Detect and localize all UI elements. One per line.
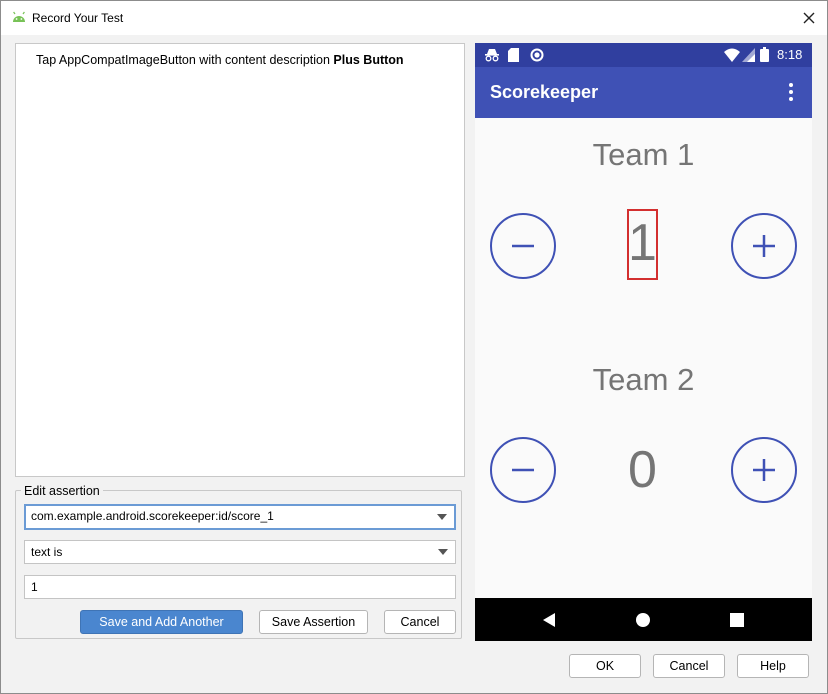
sd-card-icon <box>508 48 519 62</box>
team-1-label: Team 1 <box>592 137 695 172</box>
cancel-assertion-button[interactable]: Cancel <box>384 610 456 634</box>
step-target: Plus Button <box>333 53 404 67</box>
title-bar: Record Your Test <box>1 1 827 35</box>
navigation-bar <box>475 598 812 641</box>
app-bar: Scorekeeper <box>475 67 812 118</box>
incognito-icon <box>485 49 499 62</box>
chevron-down-icon <box>437 514 447 520</box>
status-bar: 8:18 <box>475 43 812 67</box>
selected-element-highlight <box>627 209 658 280</box>
status-time: 8:18 <box>777 47 803 62</box>
app-title: Scorekeeper <box>490 82 599 102</box>
condition-value: text is <box>31 545 63 559</box>
save-and-add-another-button[interactable]: Save and Add Another <box>80 610 243 634</box>
expected-value-input[interactable]: 1 <box>24 575 456 599</box>
close-button[interactable] <box>795 5 823 31</box>
recents-icon[interactable] <box>730 613 744 627</box>
team-2-score: 0 <box>628 441 657 499</box>
device-screen[interactable]: 8:18 Scorekeeper Team 1 1 Team 2 0 <box>475 43 812 641</box>
android-icon <box>13 11 25 22</box>
element-id-value: com.example.android.scorekeeper:id/score… <box>31 509 274 523</box>
team-2-label: Team 2 <box>592 362 695 397</box>
cancel-button[interactable]: Cancel <box>653 654 725 678</box>
battery-icon <box>760 47 769 62</box>
plus-icon <box>753 235 775 257</box>
sync-icon <box>530 48 544 62</box>
team-1-plus-button[interactable] <box>731 213 797 279</box>
step-item[interactable]: Tap AppCompatImageButton with content de… <box>36 53 404 67</box>
ok-button[interactable]: OK <box>569 654 641 678</box>
help-button[interactable]: Help <box>737 654 809 678</box>
minus-icon <box>512 468 534 472</box>
minus-icon <box>512 244 534 248</box>
back-icon[interactable] <box>542 612 556 628</box>
team-2-minus-button[interactable] <box>490 437 556 503</box>
step-text: Tap AppCompatImageButton with content de… <box>36 53 330 67</box>
recorded-steps-list: Tap AppCompatImageButton with content de… <box>15 43 465 477</box>
save-assertion-button[interactable]: Save Assertion <box>259 610 368 634</box>
close-icon <box>803 12 815 24</box>
wifi-icon <box>724 48 740 62</box>
plus-icon <box>753 459 775 481</box>
edit-assertion-legend: Edit assertion <box>21 484 103 498</box>
signal-icon <box>742 48 755 62</box>
chevron-down-icon <box>438 549 448 555</box>
overflow-menu-icon[interactable] <box>781 79 801 105</box>
condition-select[interactable]: text is <box>24 540 456 564</box>
dialog-title: Record Your Test <box>32 11 124 25</box>
team-2-plus-button[interactable] <box>731 437 797 503</box>
record-test-dialog: Record Your Test Tap AppCompatImageButto… <box>0 0 828 694</box>
team-1-minus-button[interactable] <box>490 213 556 279</box>
element-id-select[interactable]: com.example.android.scorekeeper:id/score… <box>24 504 456 530</box>
home-icon[interactable] <box>635 612 651 628</box>
